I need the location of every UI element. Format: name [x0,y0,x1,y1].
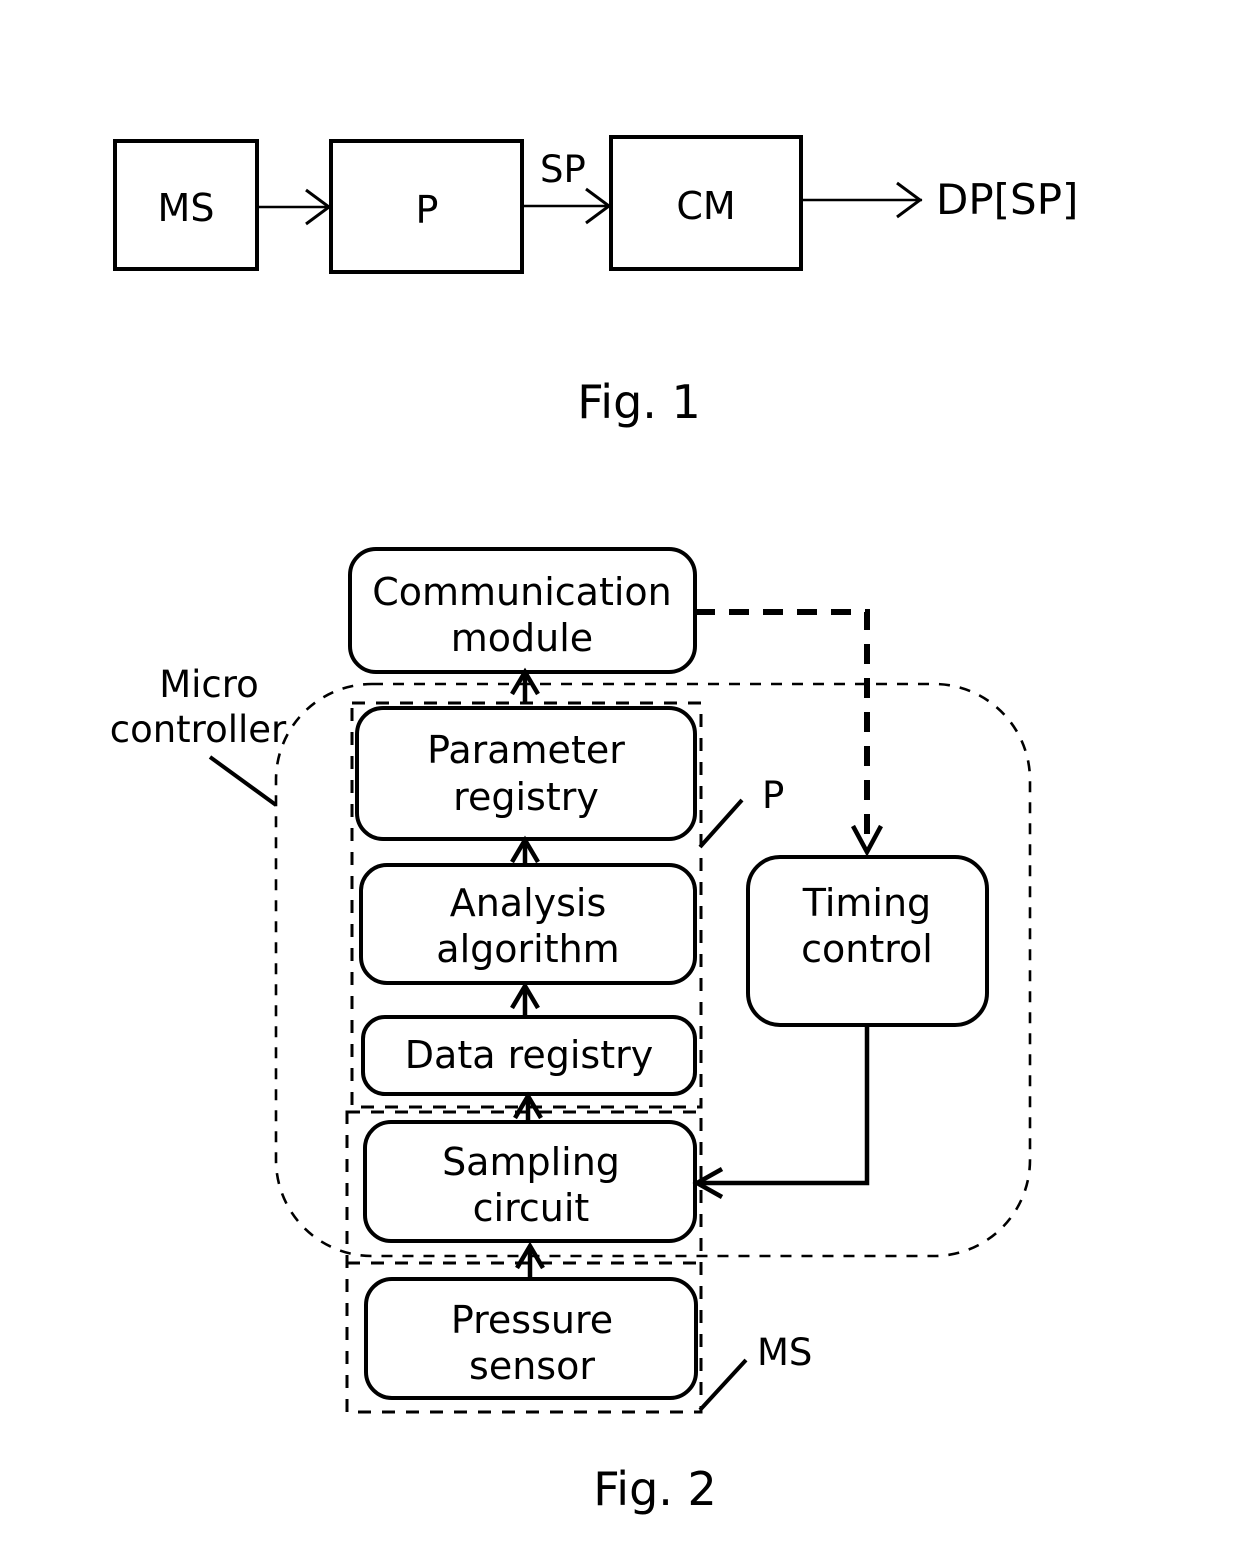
fig1-arrow-p-to-cm [522,187,612,225]
fig2-arrow-parameter-registry-to-communication-module [510,667,540,703]
fig1-arrow-cm-to-output [801,181,923,219]
fig2-region-label-micro-controller-line1: Micro [159,663,259,706]
fig2-box-analysis-algorithm-label-line1: Analysis [450,881,607,925]
fig2-box-sampling-circuit-label-line2: circuit [473,1186,590,1230]
fig2-leader-ms [698,1358,748,1412]
fig1-box-ms-label: MS [158,186,215,230]
fig2-arrow-analysis-algorithm-to-parameter-registry [510,835,540,864]
figure-1-group: MS P SP CM DP[SP] Fig. 1 [113,135,1078,429]
fig2-box-analysis-algorithm-label-line2: algorithm [436,927,619,971]
fig1-arrow-ms-to-p [257,188,332,226]
fig2-leader-micro-controller [208,755,278,807]
fig2-box-timing-control[interactable]: Timing control [746,855,989,1027]
fig2-region-label-ms: MS [757,1331,812,1374]
fig2-box-communication-module[interactable]: Communication module [348,547,697,674]
fig2-leader-p [698,798,744,849]
fig2-region-label-micro-controller-line2: controller [110,708,287,751]
fig1-box-p-label: P [416,188,439,232]
fig2-box-timing-control-label-line1: Timing [802,881,931,925]
fig2-box-pressure-sensor-label-line1: Pressure [451,1298,613,1342]
figure-canvas: MS P SP CM DP[SP] Fig. 1 Micro controlle… [110,135,1078,1516]
fig2-box-parameter-registry-label-line1: Parameter [427,728,625,772]
fig2-box-analysis-algorithm[interactable]: Analysis algorithm [359,863,697,985]
fig2-box-parameter-registry[interactable]: Parameter registry [355,706,697,841]
fig2-box-parameter-registry-label-line2: registry [453,775,599,819]
fig1-box-p[interactable]: P [329,139,524,274]
fig2-caption: Fig. 2 [593,1462,717,1516]
drawing-sheet: MS P SP CM DP[SP] Fig. 1 Micro controlle… [0,0,1240,1563]
fig1-box-ms[interactable]: MS [113,139,259,271]
fig1-edge-label-sp: SP [540,148,586,191]
fig1-box-cm-label: CM [676,184,735,228]
fig2-dashed-arrow-communication-module-to-timing-control [695,609,883,857]
fig2-region-label-p: P [762,774,784,817]
fig2-box-communication-module-label-line2: module [451,616,593,660]
fig2-box-communication-module-label-line1: Communication [372,570,672,614]
fig2-box-timing-control-label-line2: control [801,927,933,971]
fig2-box-data-registry-label-line1: Data registry [405,1033,653,1077]
fig2-arrow-timing-control-to-sampling-circuit [692,1025,870,1199]
fig2-arrow-pressure-sensor-to-sampling-circuit [515,1241,545,1280]
fig2-box-data-registry[interactable]: Data registry [361,1015,697,1096]
fig1-box-cm[interactable]: CM [609,135,803,271]
figure-2-group: Micro controller P MS Communication modu… [110,547,1032,1516]
fig2-box-pressure-sensor-label-line2: sensor [469,1344,595,1388]
fig2-box-sampling-circuit-label-line1: Sampling [442,1140,620,1184]
fig1-output-label-dp-sp: DP[SP] [936,175,1078,224]
fig2-box-sampling-circuit[interactable]: Sampling circuit [363,1120,697,1243]
fig2-box-pressure-sensor[interactable]: Pressure sensor [364,1277,698,1400]
fig1-caption: Fig. 1 [577,375,701,429]
fig2-arrow-data-registry-to-analysis-algorithm [510,981,540,1016]
